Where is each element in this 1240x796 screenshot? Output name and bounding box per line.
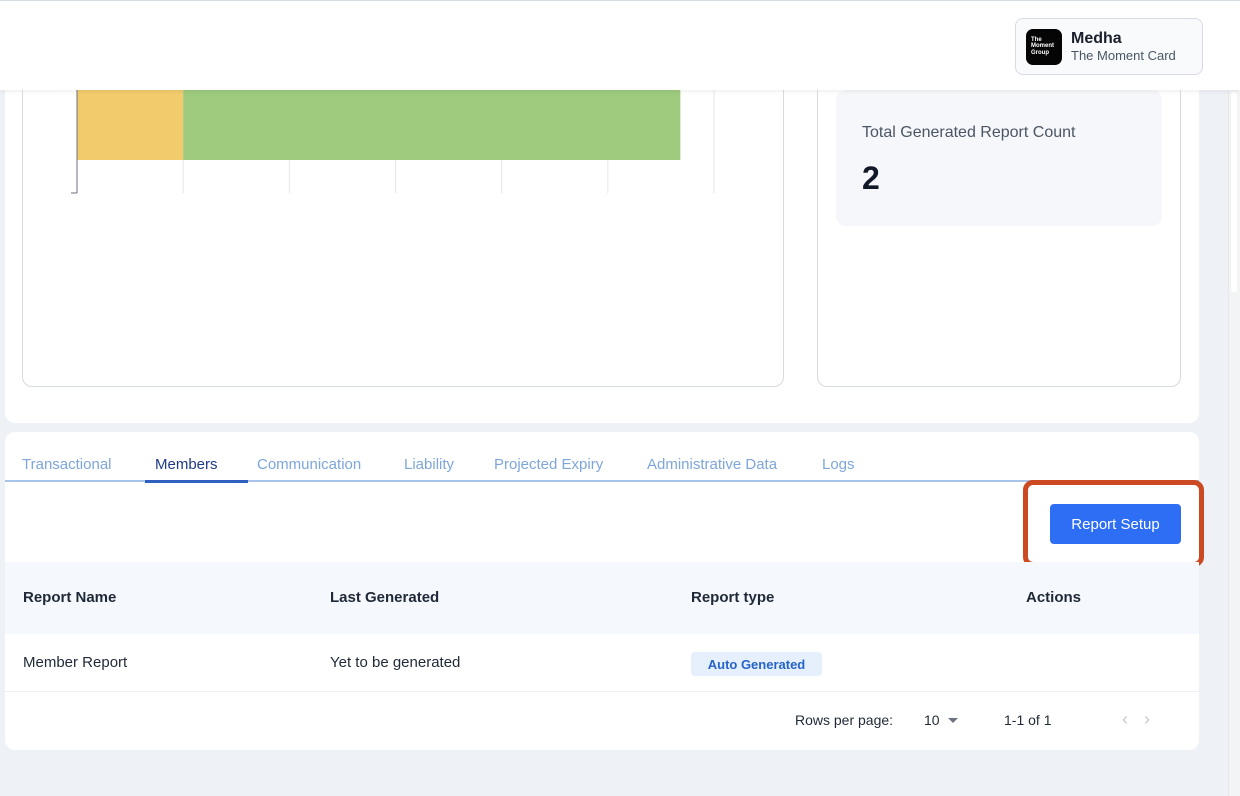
tab-liability[interactable]: Liability	[404, 456, 454, 473]
table-header	[5, 562, 1199, 634]
organization-logo: The Moment Group	[1026, 28, 1062, 65]
cell-report-name[interactable]: Member Report	[23, 654, 127, 671]
report-type-badge: Auto Generated	[691, 652, 822, 676]
tab-projected-expiry[interactable]: Projected Expiry	[494, 456, 603, 473]
chart-bar-segment[interactable]	[77, 90, 184, 160]
user-name: Medha	[1071, 29, 1122, 47]
active-tab-indicator	[145, 480, 248, 483]
column-actions: Actions	[1026, 589, 1082, 606]
tab-logs[interactable]: Logs	[822, 456, 855, 473]
tab-administrative-data[interactable]: Administrative Data	[647, 456, 777, 473]
chevron-right-icon[interactable]: ›	[1144, 709, 1150, 730]
report-setup-button[interactable]: Report Setup	[1050, 504, 1181, 544]
stat-label: Total Generated Report Count	[862, 124, 1076, 141]
chevron-left-icon[interactable]: ‹	[1122, 709, 1128, 730]
tab-communication[interactable]: Communication	[257, 456, 361, 473]
caret-down-icon	[947, 717, 958, 723]
column-last-generated[interactable]: Last Generated	[330, 589, 439, 606]
user-organization: The Moment Card	[1071, 47, 1176, 63]
user-text: Medha The Moment Card	[1071, 30, 1176, 64]
user-profile-card[interactable]: The Moment Group Medha The Moment Card	[1015, 18, 1203, 75]
logo-line-3: Group	[1031, 49, 1049, 56]
cell-last-generated: Yet to be generated	[330, 654, 461, 671]
top-header: The Moment Group Medha The Moment Card	[0, 0, 1240, 90]
rows-per-page-select[interactable]: 10	[924, 712, 958, 728]
stat-value: 2	[862, 160, 880, 196]
tab-members[interactable]: Members	[155, 456, 218, 473]
rows-per-page-value: 10	[924, 712, 940, 728]
tab-transactional[interactable]: Transactional	[22, 456, 112, 473]
stat-box	[836, 90, 1162, 226]
column-report-type[interactable]: Report type	[691, 589, 774, 606]
column-report-name[interactable]: Report Name	[23, 589, 116, 606]
rows-per-page-label: Rows per page:	[795, 712, 894, 728]
scrollbar-thumb[interactable]	[1231, 92, 1237, 292]
pagination-range: 1-1 of 1	[1004, 712, 1052, 728]
report-tabs: Transactional Members Communication Liab…	[5, 448, 1199, 482]
row-divider	[5, 691, 1199, 692]
chart-bar-segment[interactable]	[183, 90, 681, 160]
